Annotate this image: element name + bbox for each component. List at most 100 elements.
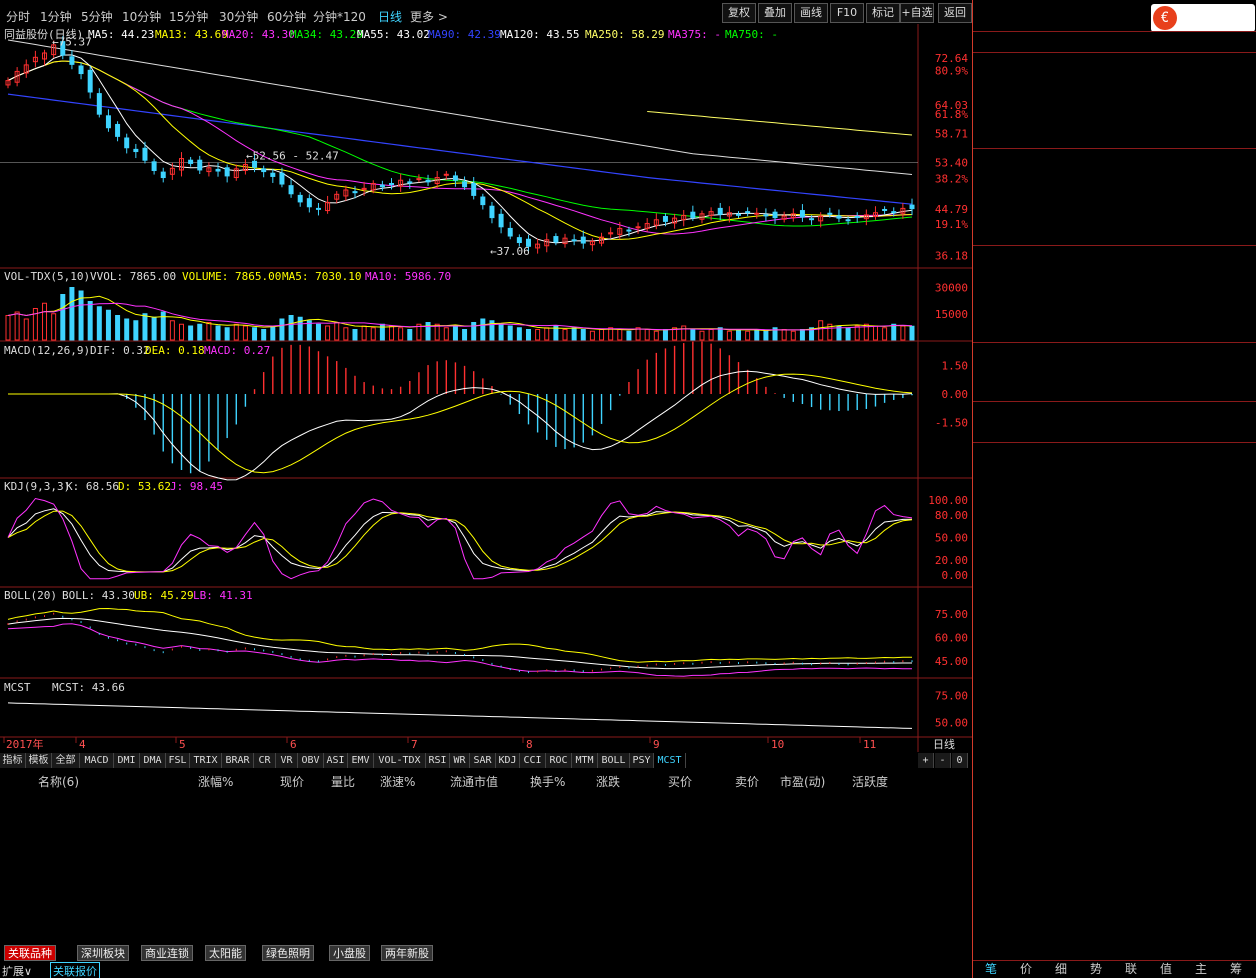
indicator-tab-rsi[interactable]: RSI [426, 753, 450, 768]
table-header-3[interactable]: 量比 [331, 773, 355, 790]
ma20-line [7, 60, 913, 235]
trade-row [973, 840, 1256, 858]
side-tab-1[interactable]: 价 [1020, 960, 1032, 977]
buy-level-4[interactable] [973, 207, 1256, 225]
indicator-tab-macd[interactable]: MACD [80, 753, 114, 768]
indicator-tab-kdj[interactable]: KDJ [496, 753, 520, 768]
candle-body [891, 211, 897, 214]
table-header-0[interactable]: 名称(6) [38, 773, 79, 790]
indicator-tab-vr[interactable]: VR [276, 753, 298, 768]
table-header-7[interactable]: 涨跌 [596, 773, 620, 790]
related-tab-4[interactable]: 绿色照明 [262, 945, 314, 961]
footer-expand[interactable]: 扩展∨ [2, 963, 32, 978]
indicator-tab-dma[interactable]: DMA [140, 753, 166, 768]
indicator-tab-mcst[interactable]: MCST [654, 753, 686, 768]
indicator-tab-指标[interactable]: 指标 [0, 753, 26, 768]
table-header-4[interactable]: 涨速% [380, 773, 415, 790]
table-header-10[interactable]: 市盈(动) [780, 773, 825, 790]
side-tab-3[interactable]: 势 [1090, 960, 1102, 977]
related-tab-2[interactable]: 商业连锁 [141, 945, 193, 961]
table-row[interactable] [0, 838, 972, 858]
candle-body [315, 207, 321, 210]
table-header-11[interactable]: 活跃度 [852, 773, 888, 790]
table-header-2[interactable]: 现价 [280, 773, 304, 790]
indicator-tab-trix[interactable]: TRIX [190, 753, 222, 768]
indicator-tab-emv[interactable]: EMV [348, 753, 374, 768]
sell-level-3[interactable] [973, 91, 1256, 109]
side-tab-7[interactable]: 筹 [1230, 960, 1242, 977]
volume-bar [717, 327, 723, 341]
table-header-9[interactable]: 卖价 [735, 773, 759, 790]
volume-bar [398, 327, 404, 341]
buy-level-5[interactable] [973, 226, 1256, 244]
table-row[interactable] [0, 860, 972, 880]
indicator-tab-cci[interactable]: CCI [520, 753, 546, 768]
macd-tick: 1.50 [942, 360, 969, 373]
table-row[interactable] [0, 794, 972, 814]
related-tab-1[interactable]: 深圳板块 [77, 945, 129, 961]
volume-bar [818, 320, 824, 341]
related-tab-6[interactable]: 两年新股 [381, 945, 433, 961]
indicator-ctrl-1[interactable]: - [935, 753, 951, 768]
table-row[interactable] [0, 882, 972, 902]
candle-body [261, 168, 267, 173]
candle-body [288, 185, 294, 195]
indicator-tab-obv[interactable]: OBV [298, 753, 324, 768]
table-header-6[interactable]: 换手% [530, 773, 565, 790]
table-header-1[interactable]: 涨幅% [198, 773, 233, 790]
indicator-tab-sar[interactable]: SAR [470, 753, 496, 768]
volume-bar [206, 322, 212, 341]
indicator-tab-vol-tdx[interactable]: VOL-TDX [374, 753, 426, 768]
table-row[interactable] [0, 816, 972, 836]
pct-tick: 61.8% [935, 108, 968, 121]
volume-bar [5, 315, 11, 341]
table-header-8[interactable]: 买价 [668, 773, 692, 790]
side-tab-2[interactable]: 细 [1055, 960, 1067, 977]
indicator-tab-wr[interactable]: WR [450, 753, 470, 768]
indicator-tab-cr[interactable]: CR [254, 753, 276, 768]
fund-row [973, 344, 1256, 362]
candle-body [462, 181, 468, 188]
indicator-tab-asi[interactable]: ASI [324, 753, 348, 768]
indicator-tab-全部[interactable]: 全部 [52, 753, 80, 768]
side-tab-5[interactable]: 值 [1160, 960, 1172, 977]
trade-row [973, 534, 1256, 552]
indicator-tab-dmi[interactable]: DMI [114, 753, 140, 768]
volume-bar [498, 323, 504, 341]
table-row[interactable] [0, 904, 972, 924]
indicator-ctrl-0[interactable]: + [918, 753, 934, 768]
table-header-5[interactable]: 流通市值 [450, 773, 498, 790]
footer-related[interactable]: 关联报价 [50, 962, 100, 978]
indicator-tab-mtm[interactable]: MTM [572, 753, 598, 768]
candle-body [279, 172, 285, 185]
indicator-tab-boll[interactable]: BOLL [598, 753, 630, 768]
candle-body [224, 167, 230, 177]
ma-label-ma120: MA120: 43.55 [500, 28, 579, 41]
candle-body [452, 175, 458, 181]
indicator-tab-fsl[interactable]: FSL [166, 753, 190, 768]
indicator-ctrl-2[interactable]: 0 [952, 753, 968, 768]
sell-level-2[interactable] [973, 72, 1256, 90]
pct-tick: 38.2% [935, 173, 968, 186]
related-tab-0[interactable]: 关联品种 [4, 945, 56, 961]
sell-level-4[interactable] [973, 110, 1256, 128]
volume-bar [96, 306, 102, 341]
sell-level-5[interactable] [973, 129, 1256, 147]
indicator-tab-psy[interactable]: PSY [630, 753, 654, 768]
related-tab-5[interactable]: 小盘股 [329, 945, 370, 961]
indicator-tab-模板[interactable]: 模板 [26, 753, 52, 768]
kline-chart[interactable]: 同益股份(日线) MA5: 44.23 MA13: 43.69MA20: 43.30… [0, 0, 972, 752]
side-tab-0[interactable]: 笔 [985, 960, 997, 977]
side-tab-4[interactable]: 联 [1125, 960, 1137, 977]
buy-level-1[interactable] [973, 150, 1256, 168]
related-tab-3[interactable]: 太阳能 [205, 945, 246, 961]
pct-tick: 19.1% [935, 218, 968, 231]
sell-level-1[interactable] [973, 53, 1256, 71]
side-tab-6[interactable]: 主 [1195, 960, 1207, 977]
j-line [7, 497, 913, 580]
ma-label-ma90: MA90: 42.39 [428, 28, 501, 41]
indicator-tab-brar[interactable]: BRAR [222, 753, 254, 768]
buy-level-2[interactable] [973, 169, 1256, 187]
buy-level-3[interactable] [973, 188, 1256, 206]
indicator-tab-roc[interactable]: ROC [546, 753, 572, 768]
